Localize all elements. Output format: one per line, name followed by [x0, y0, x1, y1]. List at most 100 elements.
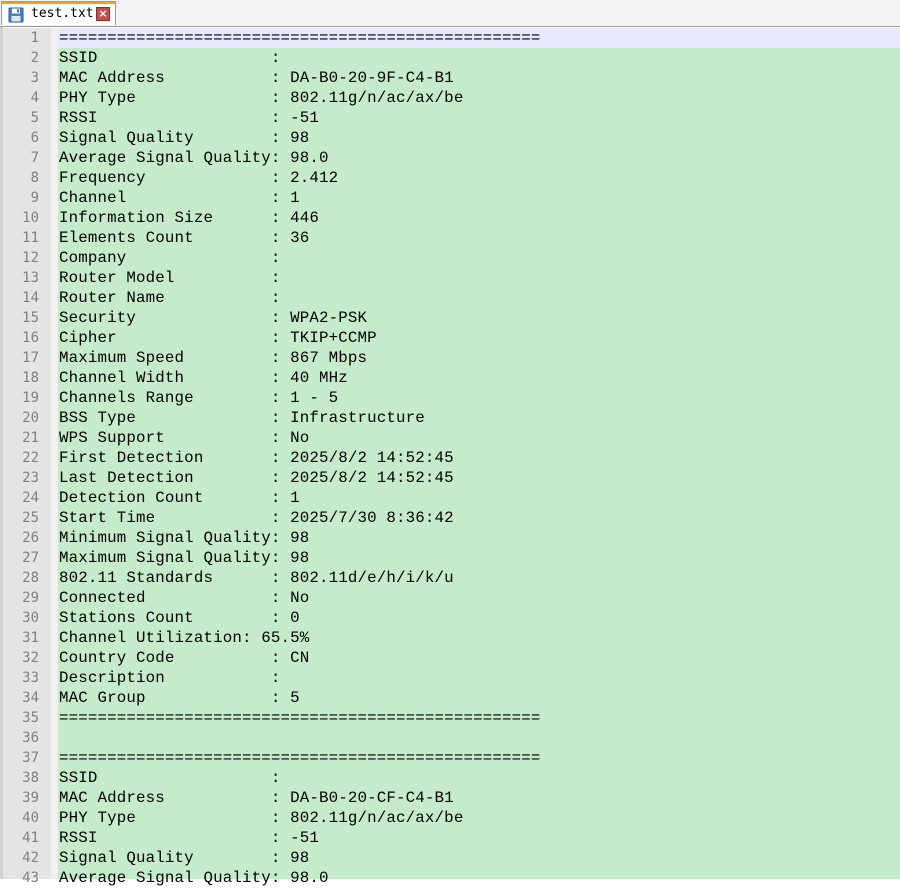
line-number: 6: [30, 130, 39, 146]
line-number: 37: [22, 750, 39, 766]
line-number: 12: [22, 250, 39, 266]
editor-line[interactable]: 19 Channels Range : 1 - 5: [0, 388, 900, 408]
editor-line[interactable]: 29 Connected : No: [0, 588, 900, 608]
line-text: Minimum Signal Quality: 98: [59, 529, 310, 547]
line-text: Channel : 1: [59, 189, 300, 207]
line-text: MAC Address : DA-B0-20-CF-C4-B1: [59, 789, 454, 807]
line-text: Maximum Speed : 867 Mbps: [59, 349, 368, 367]
editor-line[interactable]: 30 Stations Count : 0: [0, 608, 900, 628]
line-number: 39: [22, 790, 39, 806]
editor-line[interactable]: 10 Information Size : 446: [0, 208, 900, 228]
line-text: Frequency : 2.412: [59, 169, 339, 187]
editor-line[interactable]: 9 Channel : 1: [0, 188, 900, 208]
editor-line[interactable]: 21 WPS Support : No: [0, 428, 900, 448]
tab-label: test.txt: [31, 6, 94, 21]
line-number: 5: [30, 110, 39, 126]
line-text: BSS Type : Infrastructure: [59, 409, 425, 427]
line-text: Router Model :: [59, 269, 281, 287]
line-number: 8: [30, 170, 39, 186]
line-text: Elements Count : 36: [59, 229, 310, 247]
editor-line[interactable]: 17 Maximum Speed : 867 Mbps: [0, 348, 900, 368]
editor-line[interactable]: 6 Signal Quality : 98: [0, 128, 900, 148]
line-text: Channels Range : 1 - 5: [59, 389, 339, 407]
editor-line[interactable]: 2 SSID :: [0, 48, 900, 68]
editor-line[interactable]: 23 Last Detection : 2025/8/2 14:52:45: [0, 468, 900, 488]
editor-line[interactable]: 33 Description :: [0, 668, 900, 688]
editor-line[interactable]: 1 =======================================…: [0, 28, 900, 48]
editor-line[interactable]: 7 Average Signal Quality: 98.0: [0, 148, 900, 168]
line-text: Information Size : 446: [59, 209, 320, 227]
editor-line[interactable]: 42 Signal Quality : 98: [0, 848, 900, 868]
line-number: 14: [22, 290, 39, 306]
editor-line[interactable]: 5 RSSI : -51: [0, 108, 900, 128]
line-number: 36: [22, 730, 39, 746]
line-number: 40: [22, 810, 39, 826]
editor-line[interactable]: 12 Company :: [0, 248, 900, 268]
line-number: 15: [22, 310, 39, 326]
editor-line[interactable]: 40 PHY Type : 802.11g/n/ac/ax/be: [0, 808, 900, 828]
tab-test-txt[interactable]: test.txt ×: [1, 1, 116, 25]
line-number: 31: [22, 630, 39, 646]
line-text: Stations Count : 0: [59, 609, 300, 627]
line-number: 29: [22, 590, 39, 606]
editor-line[interactable]: 37 ======================================…: [0, 748, 900, 768]
text-editor[interactable]: 1 =======================================…: [0, 27, 900, 887]
line-number: 13: [22, 270, 39, 286]
line-text: Country Code : CN: [59, 649, 310, 667]
editor-line[interactable]: 27 Maximum Signal Quality: 98: [0, 548, 900, 568]
line-text: Router Name :: [59, 289, 281, 307]
editor-line[interactable]: 35 ======================================…: [0, 708, 900, 728]
editor-line[interactable]: 34 MAC Group : 5: [0, 688, 900, 708]
line-text: Security : WPA2-PSK: [59, 309, 368, 327]
editor-line[interactable]: 18 Channel Width : 40 MHz: [0, 368, 900, 388]
editor-line[interactable]: 13 Router Model :: [0, 268, 900, 288]
close-icon[interactable]: ×: [96, 7, 110, 21]
editor-line[interactable]: 20 BSS Type : Infrastructure: [0, 408, 900, 428]
line-text: Last Detection : 2025/8/2 14:52:45: [59, 469, 454, 487]
editor-line[interactable]: 15 Security : WPA2-PSK: [0, 308, 900, 328]
editor-line[interactable]: 32 Country Code : CN: [0, 648, 900, 668]
line-number: 9: [30, 190, 39, 206]
line-text: Signal Quality : 98: [59, 849, 310, 867]
line-number: 30: [22, 610, 39, 626]
line-number: 16: [22, 330, 39, 346]
line-text: MAC Group : 5: [59, 689, 300, 707]
line-text: MAC Address : DA-B0-20-9F-C4-B1: [59, 69, 454, 87]
line-text: Average Signal Quality: 98.0: [59, 869, 329, 887]
editor-line[interactable]: 38 SSID :: [0, 768, 900, 788]
editor-line[interactable]: 25 Start Time : 2025/7/30 8:36:42: [0, 508, 900, 528]
editor-line[interactable]: 43 Average Signal Quality: 98.0: [0, 868, 900, 888]
line-text: Channel Utilization: 65.5%: [59, 629, 310, 647]
editor-line[interactable]: 39 MAC Address : DA-B0-20-CF-C4-B1: [0, 788, 900, 808]
editor-line[interactable]: 8 Frequency : 2.412: [0, 168, 900, 188]
line-number: 1: [30, 30, 39, 46]
editor-line[interactable]: 36: [0, 728, 900, 748]
line-number: 26: [22, 530, 39, 546]
editor-line[interactable]: 26 Minimum Signal Quality: 98: [0, 528, 900, 548]
editor-line[interactable]: 31 Channel Utilization: 65.5%: [0, 628, 900, 648]
line-text: First Detection : 2025/8/2 14:52:45: [59, 449, 454, 467]
line-number: 21: [22, 430, 39, 446]
editor-line[interactable]: 14 Router Name :: [0, 288, 900, 308]
line-number: 34: [22, 690, 39, 706]
line-text: Detection Count : 1: [59, 489, 300, 507]
editor-line[interactable]: 24 Detection Count : 1: [0, 488, 900, 508]
line-number: 3: [30, 70, 39, 86]
editor-line[interactable]: 11 Elements Count : 36: [0, 228, 900, 248]
editor-line[interactable]: 28 802.11 Standards : 802.11d/e/h/i/k/u: [0, 568, 900, 588]
line-text: Description :: [59, 669, 281, 687]
line-number: 38: [22, 770, 39, 786]
line-text: PHY Type : 802.11g/n/ac/ax/be: [59, 809, 464, 827]
line-number: 22: [22, 450, 39, 466]
line-text: ========================================…: [59, 749, 541, 767]
line-number: 25: [22, 510, 39, 526]
tab-bar: test.txt ×: [0, 0, 900, 27]
editor-line[interactable]: 16 Cipher : TKIP+CCMP: [0, 328, 900, 348]
floppy-disk-icon: [8, 7, 24, 23]
editor-line[interactable]: 4 PHY Type : 802.11g/n/ac/ax/be: [0, 88, 900, 108]
editor-line[interactable]: 3 MAC Address : DA-B0-20-9F-C4-B1: [0, 68, 900, 88]
line-text: Connected : No: [59, 589, 310, 607]
editor-line[interactable]: 41 RSSI : -51: [0, 828, 900, 848]
line-number: 23: [22, 470, 39, 486]
editor-line[interactable]: 22 First Detection : 2025/8/2 14:52:45: [0, 448, 900, 468]
